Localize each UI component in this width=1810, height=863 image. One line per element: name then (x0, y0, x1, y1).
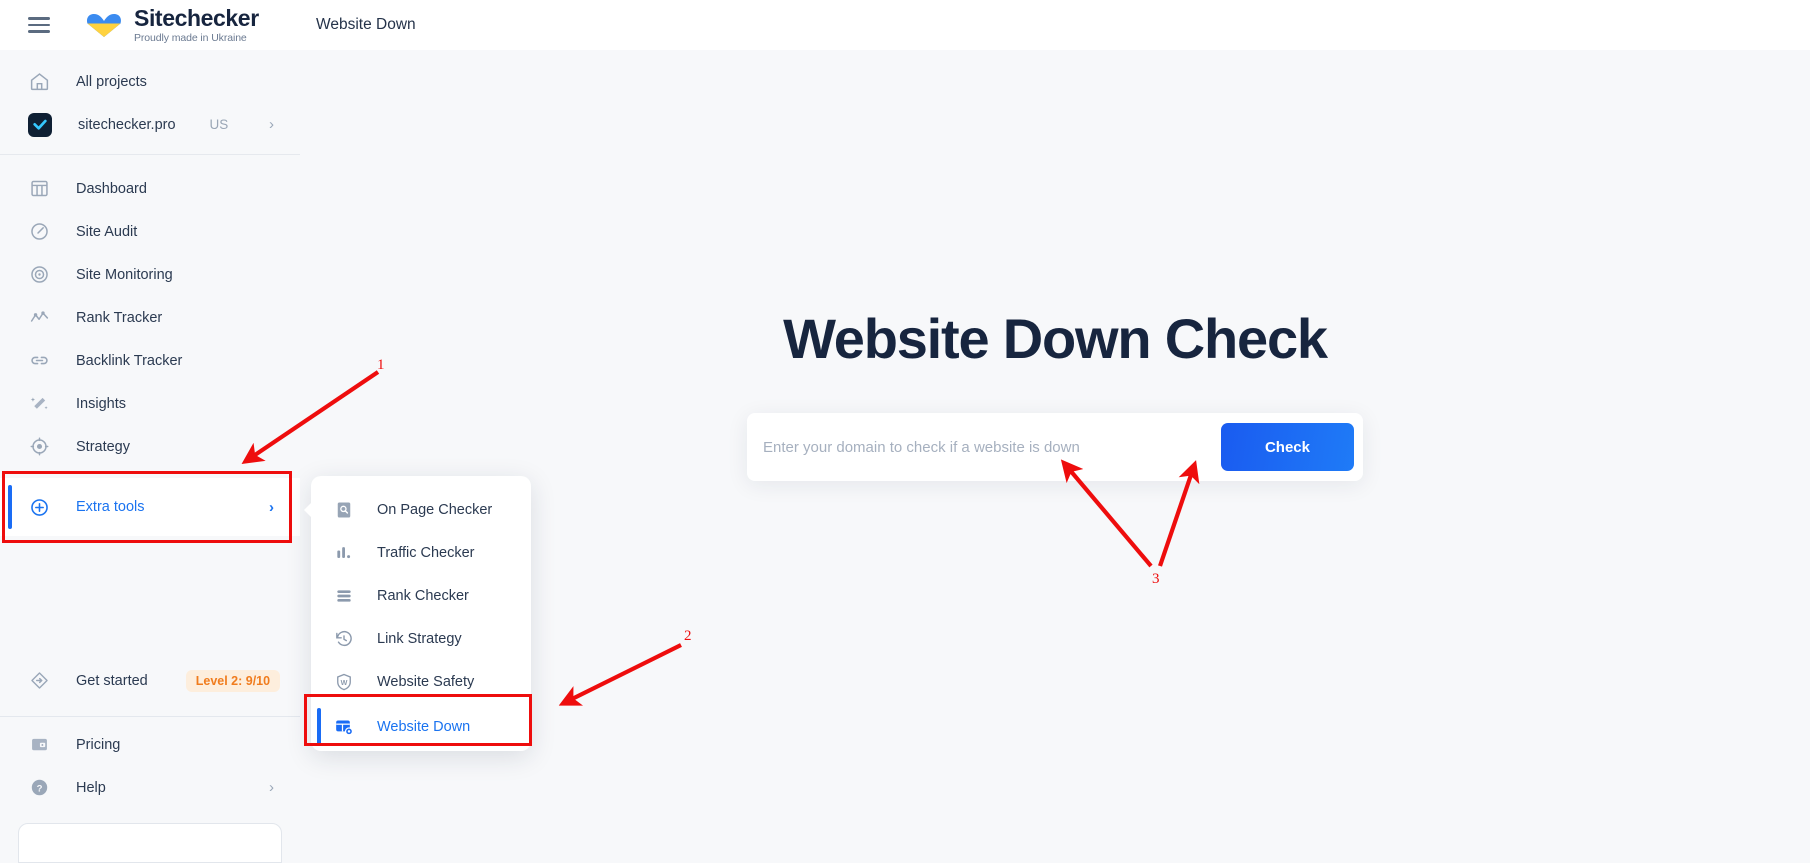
get-started-icon (28, 670, 50, 692)
sidebar-item-site-audit[interactable]: Site Audit (0, 210, 300, 253)
pricing-icon (28, 734, 50, 756)
menu-item-label: Traffic Checker (377, 544, 475, 561)
menu-item-label: Website Down (377, 719, 471, 735)
check-button[interactable]: Check (1220, 423, 1354, 471)
dashboard-icon (28, 178, 50, 200)
app-root: Sitechecker Proudly made in Ukraine All … (0, 0, 1810, 863)
menu-item-label: On Page Checker (377, 501, 493, 518)
sidebar: Sitechecker Proudly made in Ukraine All … (0, 0, 300, 863)
project-locale: US (209, 117, 229, 132)
heart-flag-icon (86, 10, 126, 40)
brand-name: Sitechecker (134, 4, 259, 31)
menu-item-on-page-checker[interactable]: On Page Checker (311, 488, 531, 531)
site-monitoring-icon (28, 264, 50, 286)
help-icon: ? (28, 777, 50, 799)
menu-item-website-safety[interactable]: W Website Safety (311, 660, 531, 703)
menu-item-website-down[interactable]: Website Down (311, 703, 531, 751)
sidebar-item-extra-tools[interactable]: Extra tools › (0, 478, 300, 536)
chevron-right-icon[interactable]: › (269, 780, 274, 795)
sidebar-item-label: Site Monitoring (76, 266, 173, 283)
page-title: Website Down (316, 16, 416, 33)
sidebar-item-dashboard[interactable]: Dashboard (0, 167, 300, 210)
sidebar-item-all-projects[interactable]: All projects (0, 60, 300, 103)
sidebar-item-insights[interactable]: Insights (0, 382, 300, 425)
sidebar-item-get-started[interactable]: Get started Level 2: 9/10 (0, 659, 300, 702)
sidebar-item-label: Strategy (76, 438, 130, 455)
backlink-tracker-icon (28, 350, 50, 372)
traffic-checker-icon (333, 542, 355, 564)
strategy-icon (28, 436, 50, 458)
svg-text:W: W (341, 678, 348, 686)
sidebar-item-backlink-tracker[interactable]: Backlink Tracker (0, 339, 300, 382)
project-name: sitechecker.pro (78, 116, 176, 133)
sidebar-bottom: Get started Level 2: 9/10 Pricing ? Help… (0, 659, 300, 863)
plus-circle-icon (28, 496, 50, 518)
insights-icon (28, 393, 50, 415)
sidebar-item-project[interactable]: sitechecker.pro US › (0, 103, 300, 146)
link-strategy-icon (333, 628, 355, 650)
rank-tracker-icon (28, 307, 50, 329)
sidebar-scroll: All projects sitechecker.pro US › Dashbo… (0, 50, 300, 863)
extra-tools-wrapper: Extra tools › (0, 471, 300, 543)
project-avatar-icon (28, 112, 52, 137)
brand-tagline: Proudly made in Ukraine (134, 31, 247, 44)
extra-tools-flyout-menu: On Page Checker Traffic Checker Rank Che… (304, 476, 531, 751)
sidebar-item-rank-tracker[interactable]: Rank Tracker (0, 296, 300, 339)
sidebar-item-label: Get started (76, 672, 148, 689)
sidebar-bottom-card (18, 823, 282, 863)
website-down-icon (333, 716, 355, 738)
sidebar-item-label: Backlink Tracker (76, 352, 183, 369)
sidebar-item-label: Dashboard (76, 180, 147, 197)
sidebar-item-label: Help (76, 779, 106, 796)
on-page-checker-icon (333, 499, 355, 521)
status-badge: Level 2: 9/10 (185, 669, 281, 692)
sidebar-item-help[interactable]: ? Help › (0, 766, 300, 809)
sidebar-item-site-monitoring[interactable]: Site Monitoring (0, 253, 300, 296)
sidebar-nav-group: Dashboard Site Audit Site Monitoring Ran… (0, 155, 300, 468)
domain-search-card: Check (747, 413, 1363, 481)
hero-heading: Website Down Check (783, 307, 1328, 370)
domain-search-input[interactable] (763, 438, 1221, 456)
menu-item-rank-checker[interactable]: Rank Checker (311, 574, 531, 617)
menu-item-traffic-checker[interactable]: Traffic Checker (311, 531, 531, 574)
brand-row: Sitechecker Proudly made in Ukraine (0, 0, 300, 50)
sidebar-item-strategy[interactable]: Strategy (0, 425, 300, 468)
hamburger-icon[interactable] (28, 17, 50, 33)
menu-item-label: Rank Checker (377, 587, 469, 604)
topbar: Website Down (300, 0, 1810, 50)
chevron-right-icon[interactable]: › (269, 500, 274, 515)
sidebar-divider-bottom (0, 716, 300, 717)
menu-item-link-strategy[interactable]: Link Strategy (311, 617, 531, 660)
home-icon (28, 71, 50, 93)
sidebar-projects: All projects sitechecker.pro US › (0, 50, 300, 155)
sidebar-item-label: Extra tools (76, 499, 145, 515)
menu-item-label: Website Safety (377, 673, 475, 690)
brand-logo[interactable]: Sitechecker Proudly made in Ukraine (86, 4, 259, 44)
sidebar-item-pricing[interactable]: Pricing (0, 723, 300, 766)
svg-text:?: ? (36, 783, 42, 794)
sidebar-item-label: Pricing (76, 736, 121, 753)
sidebar-item-label: Rank Tracker (76, 309, 163, 326)
chevron-right-icon[interactable]: › (269, 117, 274, 132)
sidebar-item-label: All projects (76, 73, 147, 90)
site-audit-icon (28, 221, 50, 243)
menu-item-label: Link Strategy (377, 630, 462, 647)
rank-checker-icon (333, 585, 355, 607)
website-safety-icon: W (333, 671, 355, 693)
sidebar-item-label: Site Audit (76, 223, 138, 240)
sidebar-item-label: Insights (76, 395, 126, 412)
